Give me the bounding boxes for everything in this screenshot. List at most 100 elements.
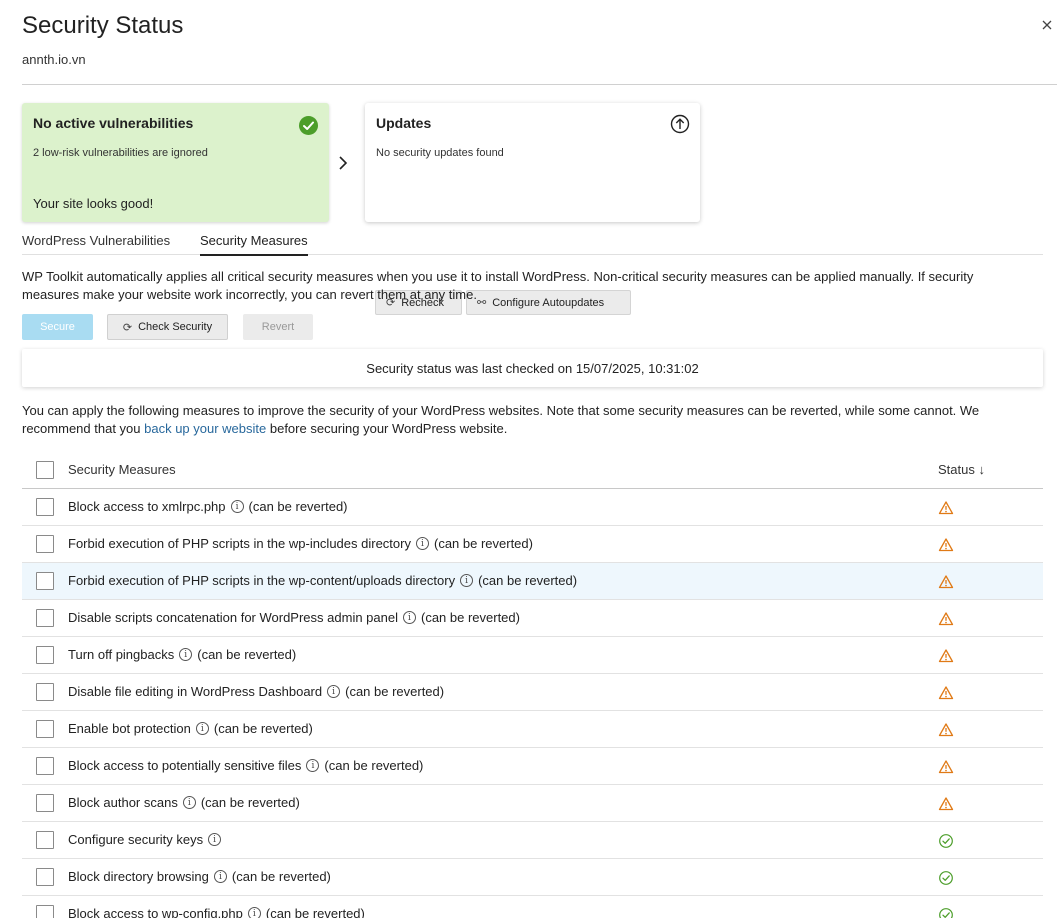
row-checkbox[interactable]: [36, 831, 54, 849]
measure-name: Enable bot protection: [68, 721, 191, 736]
info-icon[interactable]: i: [460, 574, 474, 587]
measure-name: Block access to wp-config.php: [68, 906, 243, 918]
measure-revert-note: (can be reverted): [200, 795, 300, 810]
info-icon[interactable]: i: [208, 833, 222, 846]
header-divider: [22, 84, 1057, 85]
row-checkbox[interactable]: [36, 868, 54, 886]
measure-label: Block access to wp-config.php i (can be re…: [68, 906, 365, 918]
info-icon[interactable]: i: [327, 685, 341, 698]
table-row[interactable]: Block access to wp-config.php i (can be re…: [22, 896, 1043, 918]
measure-label: Forbid execution of PHP scripts in the w…: [68, 536, 533, 551]
measure-name: Configure security keys: [68, 832, 204, 847]
measure-label: Disable scripts concatenation for WordPr…: [68, 610, 520, 625]
secure-button[interactable]: Secure: [22, 314, 93, 340]
warning-icon: [938, 796, 954, 812]
warning-icon: [938, 685, 954, 701]
table-row[interactable]: Configure security keys i: [22, 822, 1043, 859]
ok-check-icon: [938, 833, 954, 849]
info-icon[interactable]: i: [195, 722, 209, 735]
measure-label: Disable file editing in WordPress Dashbo…: [68, 684, 444, 699]
table-row[interactable]: Forbid execution of PHP scripts in the w…: [22, 563, 1043, 600]
updates-card-text: No security updates found: [376, 147, 504, 159]
row-checkbox[interactable]: [36, 498, 54, 516]
measure-name: Block directory browsing: [68, 869, 209, 884]
info-icon[interactable]: i: [230, 500, 244, 513]
info-icon[interactable]: i: [415, 537, 429, 550]
measure-revert-note: (can be reverted): [433, 536, 533, 551]
warning-icon: [938, 537, 954, 553]
measure-name: Block author scans: [68, 795, 178, 810]
measure-revert-note: (can be reverted): [265, 906, 365, 918]
row-checkbox[interactable]: [36, 720, 54, 738]
tab-wordpress-vulnerabilities[interactable]: WordPress Vulnerabilities: [22, 233, 170, 255]
measure-name: Block access to xmlrpc.php: [68, 499, 226, 514]
row-checkbox[interactable]: [36, 683, 54, 701]
revert-button[interactable]: Revert: [243, 314, 313, 340]
row-checkbox[interactable]: [36, 757, 54, 775]
vulnerabilities-card-text: 2 low-risk vulnerabilities are ignored: [33, 147, 208, 159]
close-icon[interactable]: [1040, 18, 1054, 32]
refresh-icon: ⟳: [122, 321, 133, 334]
row-checkbox[interactable]: [36, 646, 54, 664]
measure-label: Forbid execution of PHP scripts in the w…: [68, 573, 577, 588]
row-checkbox[interactable]: [36, 905, 54, 918]
measure-name: Disable file editing in WordPress Dashbo…: [68, 684, 323, 699]
table-header: Security Measures Status ↓: [22, 451, 1043, 489]
measure-revert-note: (can be reverted): [324, 758, 424, 773]
info-icon[interactable]: i: [213, 870, 227, 883]
measure-revert-note: (can be reverted): [213, 721, 313, 736]
check-circle-icon: [299, 116, 318, 135]
info-icon[interactable]: i: [402, 611, 416, 624]
column-header-measures[interactable]: Security Measures: [68, 462, 176, 477]
table-row[interactable]: Forbid execution of PHP scripts in the w…: [22, 526, 1043, 563]
measure-label: Block author scans i (can be reverted): [68, 795, 300, 810]
ok-check-icon: [938, 870, 954, 886]
row-checkbox[interactable]: [36, 572, 54, 590]
check-security-label: Check Security: [138, 321, 213, 333]
measure-revert-note: (can be reverted): [478, 573, 578, 588]
table-row[interactable]: Block directory browsing i (can be reverte…: [22, 859, 1043, 896]
row-checkbox[interactable]: [36, 609, 54, 627]
chevron-right-icon[interactable]: [337, 154, 349, 172]
warning-icon: [938, 500, 954, 516]
vulnerabilities-card: No active vulnerabilities 2 low-risk vul…: [22, 103, 329, 222]
table-row[interactable]: Disable file editing in WordPress Dashbo…: [22, 674, 1043, 711]
table-row[interactable]: Block access to xmlrpc.php i (can be rever…: [22, 489, 1043, 526]
table-row[interactable]: Enable bot protection i (can be reverted): [22, 711, 1043, 748]
measure-label: Enable bot protection i (can be reverted): [68, 721, 313, 736]
updates-card: Updates No security updates found ⟳ Rech…: [365, 103, 700, 315]
measure-name: Disable scripts concatenation for WordPr…: [68, 610, 398, 625]
table-row[interactable]: Block access to potentially sensitive fi…: [22, 748, 1043, 785]
measure-label: Block access to potentially sensitive fi…: [68, 758, 423, 773]
measure-label: Block directory browsing i (can be reverte…: [68, 869, 331, 884]
select-all-checkbox[interactable]: [36, 461, 54, 479]
info-icon[interactable]: i: [247, 907, 261, 918]
upload-arrow-icon: [670, 114, 690, 134]
measure-revert-note: (can be reverted): [420, 610, 520, 625]
warning-icon: [938, 759, 954, 775]
table-row[interactable]: Turn off pingbacks i (can be reverted): [22, 637, 1043, 674]
measure-name: Forbid execution of PHP scripts in the w…: [68, 536, 411, 551]
row-checkbox[interactable]: [36, 535, 54, 553]
table-row[interactable]: Block author scans i (can be reverted): [22, 785, 1043, 822]
security-measures-table: Security Measures Status ↓ Block access …: [22, 451, 1043, 918]
check-security-button[interactable]: ⟳ Check Security: [107, 314, 228, 340]
last-checked-status: Security status was last checked on 15/0…: [22, 349, 1043, 387]
info-icon[interactable]: i: [179, 648, 193, 661]
row-checkbox[interactable]: [36, 794, 54, 812]
measure-revert-note: (can be reverted): [345, 684, 445, 699]
info-icon[interactable]: i: [182, 796, 196, 809]
note-text-after: before securing your WordPress website.: [266, 421, 508, 436]
column-header-status[interactable]: Status ↓: [938, 462, 985, 477]
measure-label: Turn off pingbacks i (can be reverted): [68, 647, 296, 662]
vulnerabilities-card-footer: Your site looks good!: [33, 196, 154, 211]
info-icon[interactable]: i: [306, 759, 320, 772]
intro-text: WP Toolkit automatically applies all cri…: [22, 269, 974, 302]
backup-link[interactable]: back up your website: [144, 421, 266, 436]
page-title: Security Status: [22, 12, 184, 39]
tab-security-measures[interactable]: Security Measures: [200, 233, 308, 256]
updates-card-title: Updates: [376, 115, 432, 131]
measure-revert-note: (can be reverted): [248, 499, 348, 514]
table-row[interactable]: Disable scripts concatenation for WordPr…: [22, 600, 1043, 637]
warning-icon: [938, 722, 954, 738]
